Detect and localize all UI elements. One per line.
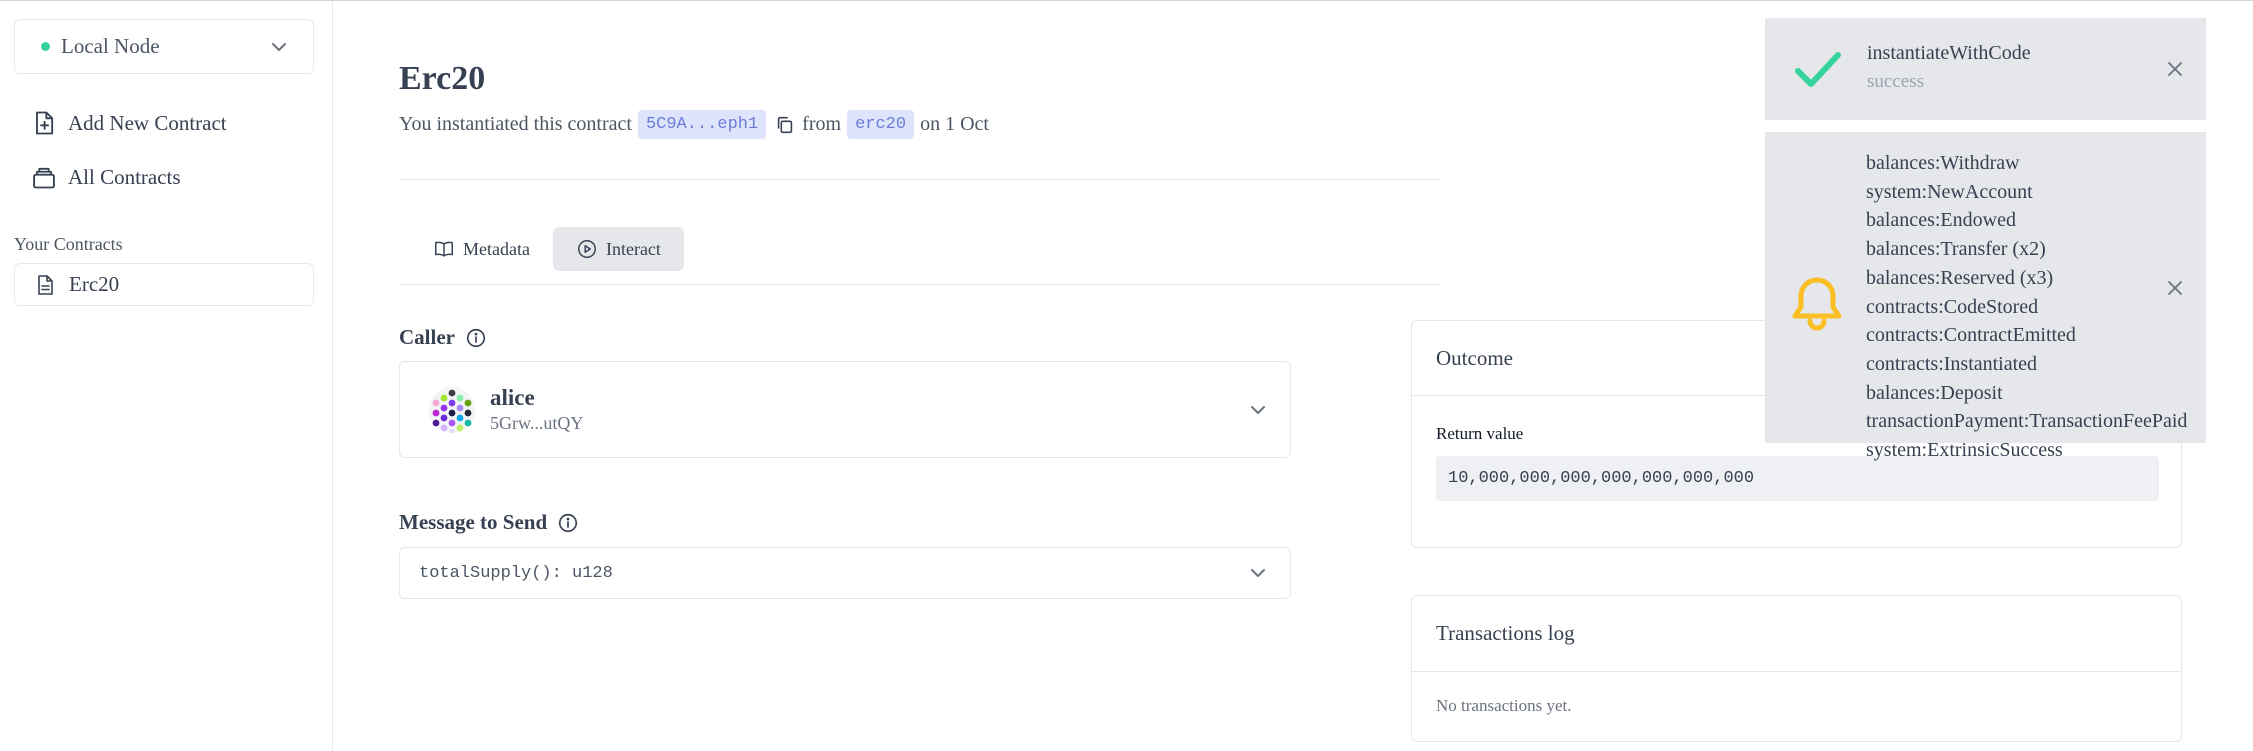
code-name-chip: erc20	[847, 110, 915, 139]
caller-heading-text: Caller	[399, 325, 455, 349]
return-value-label: Return value	[1436, 424, 1524, 443]
events-toast: balances:Withdraw system:NewAccount bala…	[1765, 132, 2206, 461]
nav-all-contracts[interactable]: All Contracts	[30, 163, 181, 191]
info-icon[interactable]	[465, 327, 487, 349]
contract-tabs: Metadata Interact	[410, 227, 684, 271]
message-heading: Message to Send	[399, 510, 579, 535]
event-item: system:NewAccount	[1866, 180, 2033, 203]
chevron-down-icon	[1251, 569, 1265, 577]
caller-heading: Caller	[399, 325, 487, 350]
sidebar-contract-erc20[interactable]: Erc20	[14, 263, 314, 306]
transactions-log-title: Transactions log	[1412, 596, 2181, 672]
play-icon	[577, 240, 596, 258]
book-icon	[435, 241, 453, 257]
event-item: balances:Endowed	[1866, 209, 2016, 232]
tab-metadata-label: Metadata	[463, 238, 530, 259]
contract-address-chip: 5C9A...eph1	[637, 110, 767, 139]
page-title: Erc20	[399, 60, 486, 97]
toast-title: instantiateWithCode	[1867, 42, 2031, 64]
no-transactions-text: No transactions yet.	[1436, 696, 1572, 715]
event-item: transactionPayment:TransactionFeePaid	[1866, 410, 2188, 433]
message-heading-text: Message to Send	[399, 510, 548, 534]
tab-interact[interactable]: Interact	[552, 227, 684, 271]
node-label: Local Node	[61, 34, 160, 58]
bell-icon	[1792, 277, 1842, 331]
event-item: contracts:CodeStored	[1866, 295, 2039, 318]
event-list: balances:Withdraw system:NewAccount bala…	[1866, 149, 2187, 465]
event-item: balances:Deposit	[1866, 381, 2003, 404]
subtitle-date: on 1 Oct	[920, 113, 989, 135]
transactions-log-card: Transactions log No transactions yet.	[1411, 595, 2182, 742]
chevron-down-icon	[1251, 405, 1265, 414]
identicon-avatar	[429, 386, 475, 433]
toast-status: success	[1867, 71, 1924, 92]
tab-interact-label: Interact	[605, 238, 661, 259]
caller-select[interactable]: alice 5Grw...utQY	[399, 361, 1291, 458]
event-item: balances:Transfer (x2)	[1866, 238, 2046, 261]
close-icon[interactable]	[2165, 278, 2185, 298]
header-divider	[399, 179, 1439, 180]
tab-metadata[interactable]: Metadata	[410, 227, 553, 271]
top-border	[0, 0, 2253, 1]
collection-icon	[33, 167, 55, 189]
message-select[interactable]: totalSupply(): u128	[399, 547, 1291, 599]
chevron-down-icon	[272, 42, 286, 51]
contract-subtitle: You instantiated this contract 5C9A...ep…	[399, 110, 989, 139]
nav-add-label: Add New Contract	[68, 110, 227, 135]
caller-info: alice 5Grw...utQY	[490, 385, 1248, 434]
subtitle-from: from	[802, 113, 842, 135]
event-item: balances:Withdraw	[1866, 152, 2020, 174]
info-icon[interactable]	[557, 512, 579, 534]
event-item: balances:Reserved (x3)	[1866, 266, 2054, 289]
tabs-divider	[399, 284, 1439, 285]
your-contracts-heading: Your Contracts	[14, 234, 123, 254]
caller-name: alice	[490, 385, 535, 410]
event-item: contracts:Instantiated	[1866, 352, 2038, 375]
nav-add-new-contract[interactable]: Add New Contract	[30, 109, 227, 137]
copy-icon[interactable]	[774, 114, 796, 136]
sidebar-contract-label: Erc20	[69, 272, 120, 296]
subtitle-prefix: You instantiated this contract	[399, 113, 632, 135]
event-item: system:ExtrinsicSuccess	[1866, 439, 2063, 462]
connection-status-dot	[41, 42, 50, 51]
caller-address: 5Grw...utQY	[490, 413, 584, 433]
document-icon	[38, 274, 53, 295]
event-item: contracts:ContractEmitted	[1866, 324, 2076, 347]
close-icon[interactable]	[2165, 59, 2185, 79]
node-selector[interactable]: Local Node	[14, 19, 314, 74]
success-toast: instantiateWithCode success	[1765, 18, 2206, 120]
document-add-icon	[36, 111, 54, 135]
nav-all-label: All Contracts	[68, 164, 181, 189]
message-value: totalSupply(): u128	[419, 563, 613, 583]
check-icon	[1795, 52, 1841, 87]
sidebar: Local Node Add New Contract All Contract…	[0, 1, 333, 751]
